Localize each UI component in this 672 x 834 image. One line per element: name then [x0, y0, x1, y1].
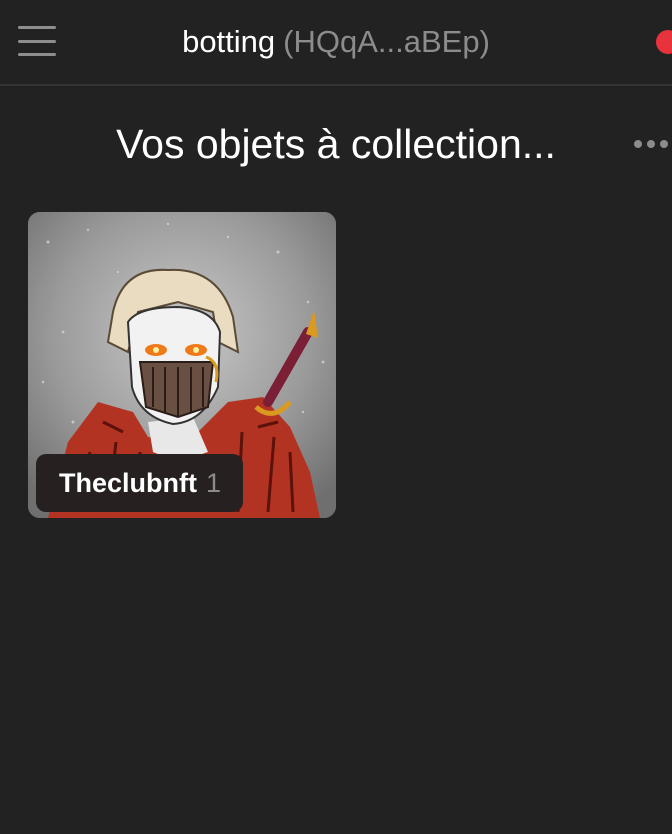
wallet-name: botting: [182, 24, 276, 59]
dot: [647, 140, 655, 148]
top-bar: botting (HQqA...aBEp): [0, 0, 672, 86]
collection-label: Theclubnft 1: [36, 454, 244, 512]
wallet-selector[interactable]: botting (HQqA...aBEp): [0, 22, 672, 62]
collection-name: Theclubnft: [59, 467, 197, 498]
more-horizontal-icon[interactable]: [634, 128, 672, 160]
wallet-address: (HQqA...aBEp): [283, 24, 490, 59]
collection-card[interactable]: Theclubnft 1: [28, 212, 336, 518]
page-title: Vos objets à collection...: [116, 121, 556, 167]
dot: [634, 140, 642, 148]
dot: [660, 140, 668, 148]
collection-count: 1: [205, 467, 222, 498]
